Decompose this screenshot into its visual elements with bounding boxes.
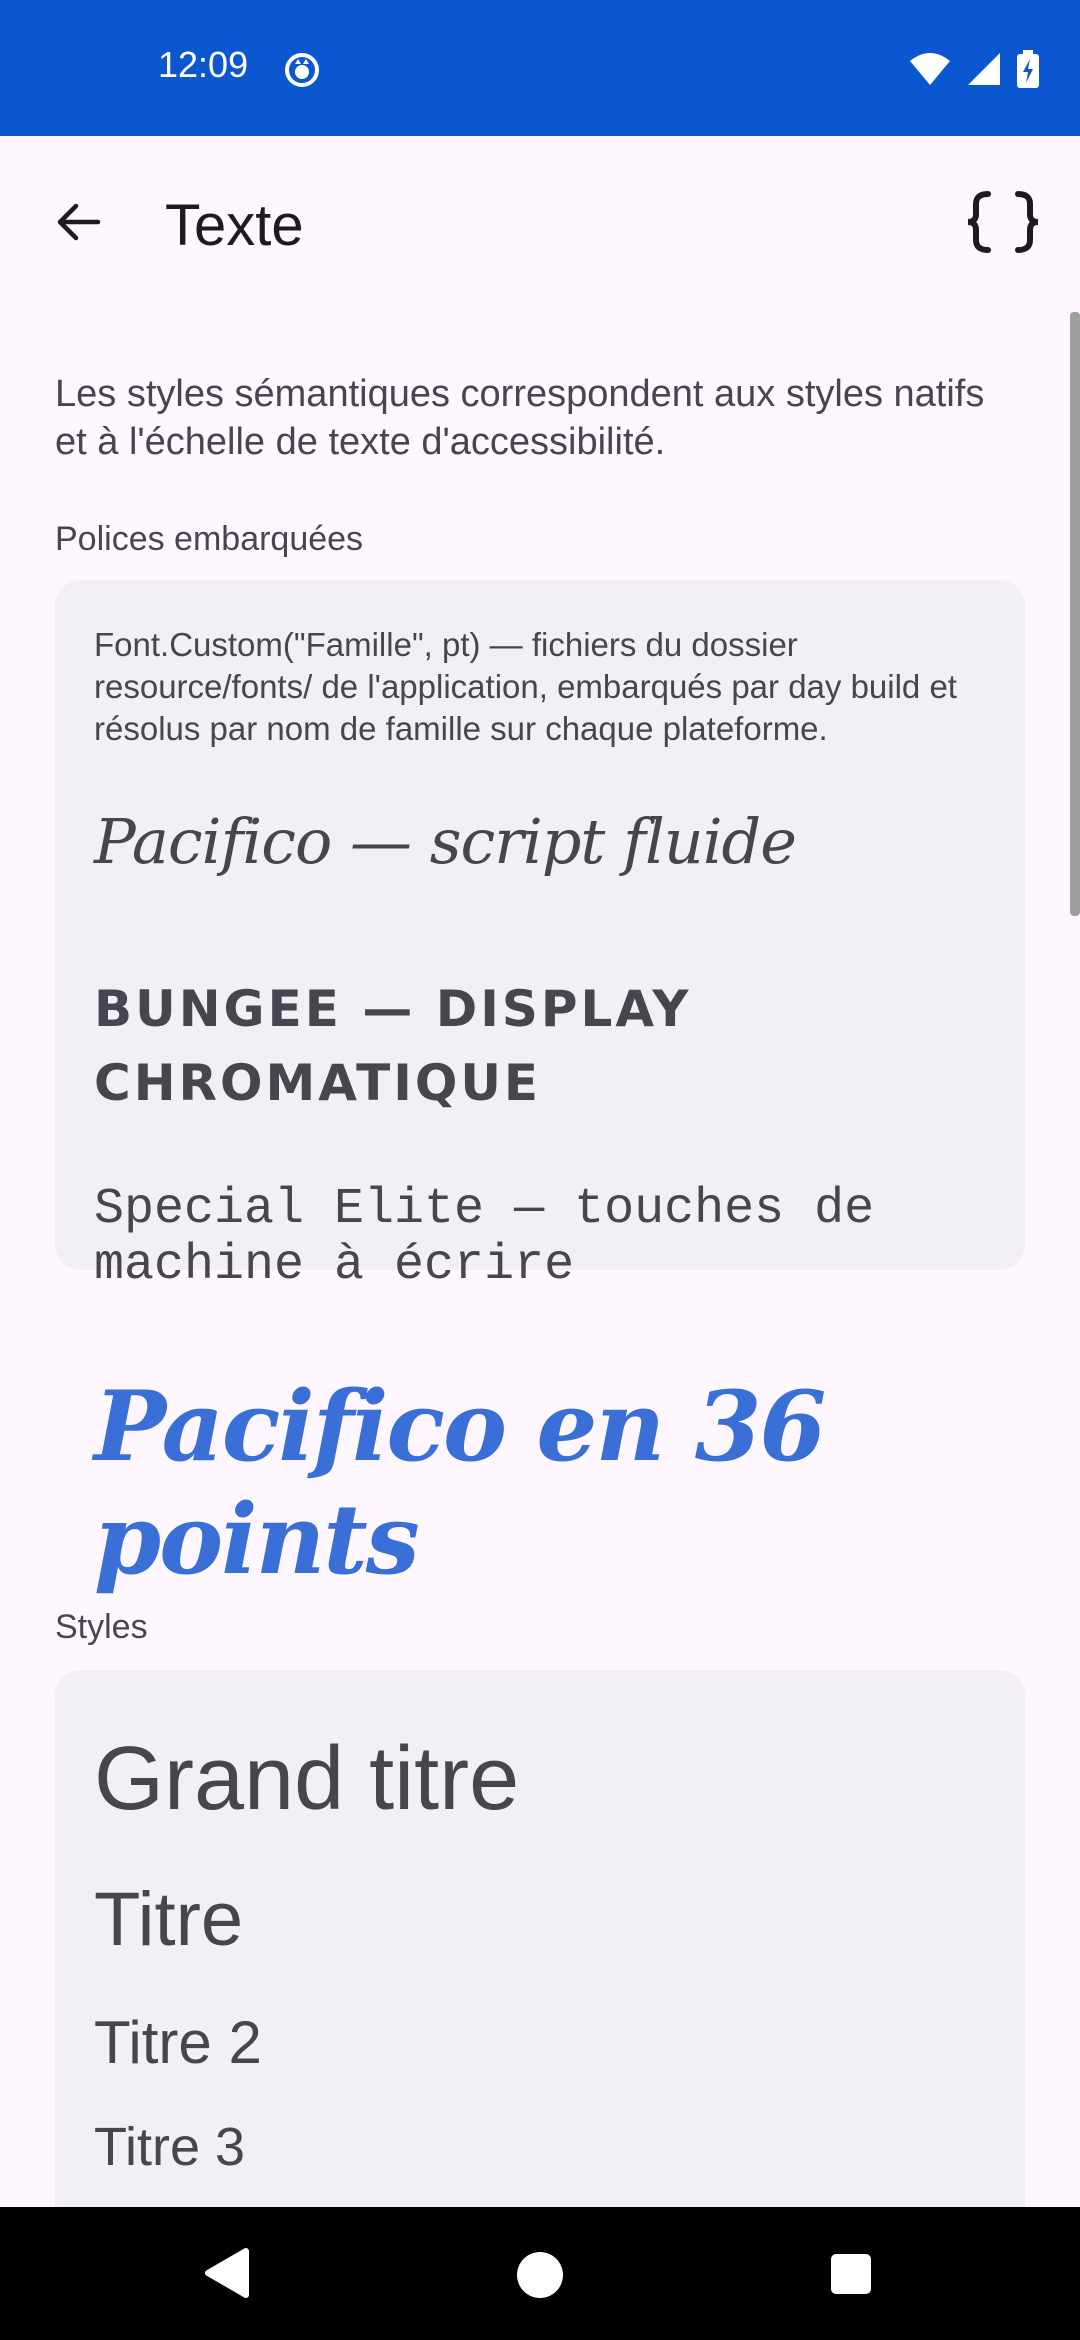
page-title: Texte bbox=[165, 193, 304, 258]
pacifico-sample: Pacifico — script fluide bbox=[94, 805, 797, 878]
scrollbar[interactable] bbox=[1070, 312, 1080, 916]
content-scroll[interactable]: Les styles sémantiques correspondent aux… bbox=[0, 312, 1080, 2207]
intro-text: Les styles sémantiques correspondent aux… bbox=[55, 373, 985, 463]
fonts-description: Font.Custom("Famille", pt) — fichiers du… bbox=[94, 626, 957, 747]
status-time: 12:09 bbox=[158, 44, 249, 85]
bungee-sample: Bungee — display chromatique bbox=[94, 980, 692, 1112]
style-titre-2: Titre 2 bbox=[94, 2009, 262, 2076]
code-view-button[interactable] bbox=[960, 182, 1046, 262]
status-bar: 12:09 bbox=[0, 0, 1080, 136]
arrow-back-icon bbox=[57, 203, 101, 241]
styles-card: Grand titre Titre Titre 2 Titre 3 bbox=[55, 1670, 1025, 2207]
signal-icon bbox=[966, 51, 1002, 87]
wifi-icon bbox=[908, 51, 952, 87]
style-titre-3: Titre 3 bbox=[94, 2117, 246, 2177]
embedded-fonts-card: Font.Custom("Famille", pt) — fichiers du… bbox=[55, 580, 1025, 1596]
app-bar: Texte bbox=[0, 136, 1080, 312]
nav-home-icon[interactable] bbox=[516, 2251, 564, 2304]
special-elite-sample: Special Elite — touches de machine à écr… bbox=[94, 1181, 875, 1294]
curly-braces-icon bbox=[967, 191, 1039, 253]
section-label-styles: Styles bbox=[55, 1608, 148, 1646]
back-button[interactable] bbox=[40, 184, 116, 260]
notification-icon bbox=[284, 52, 320, 88]
style-titre: Titre bbox=[94, 1877, 244, 1962]
nav-back-icon[interactable] bbox=[204, 2247, 250, 2304]
nav-recents-icon[interactable] bbox=[830, 2253, 872, 2300]
status-icons bbox=[908, 50, 1040, 88]
system-nav-bar bbox=[0, 2207, 1080, 2340]
pacifico-36-sample: Pacifico en 36 points bbox=[94, 1370, 826, 1596]
style-grand-titre: Grand titre bbox=[94, 1729, 520, 1829]
section-label-embedded-fonts: Polices embarquées bbox=[55, 520, 364, 558]
battery-charging-icon bbox=[1016, 50, 1040, 88]
